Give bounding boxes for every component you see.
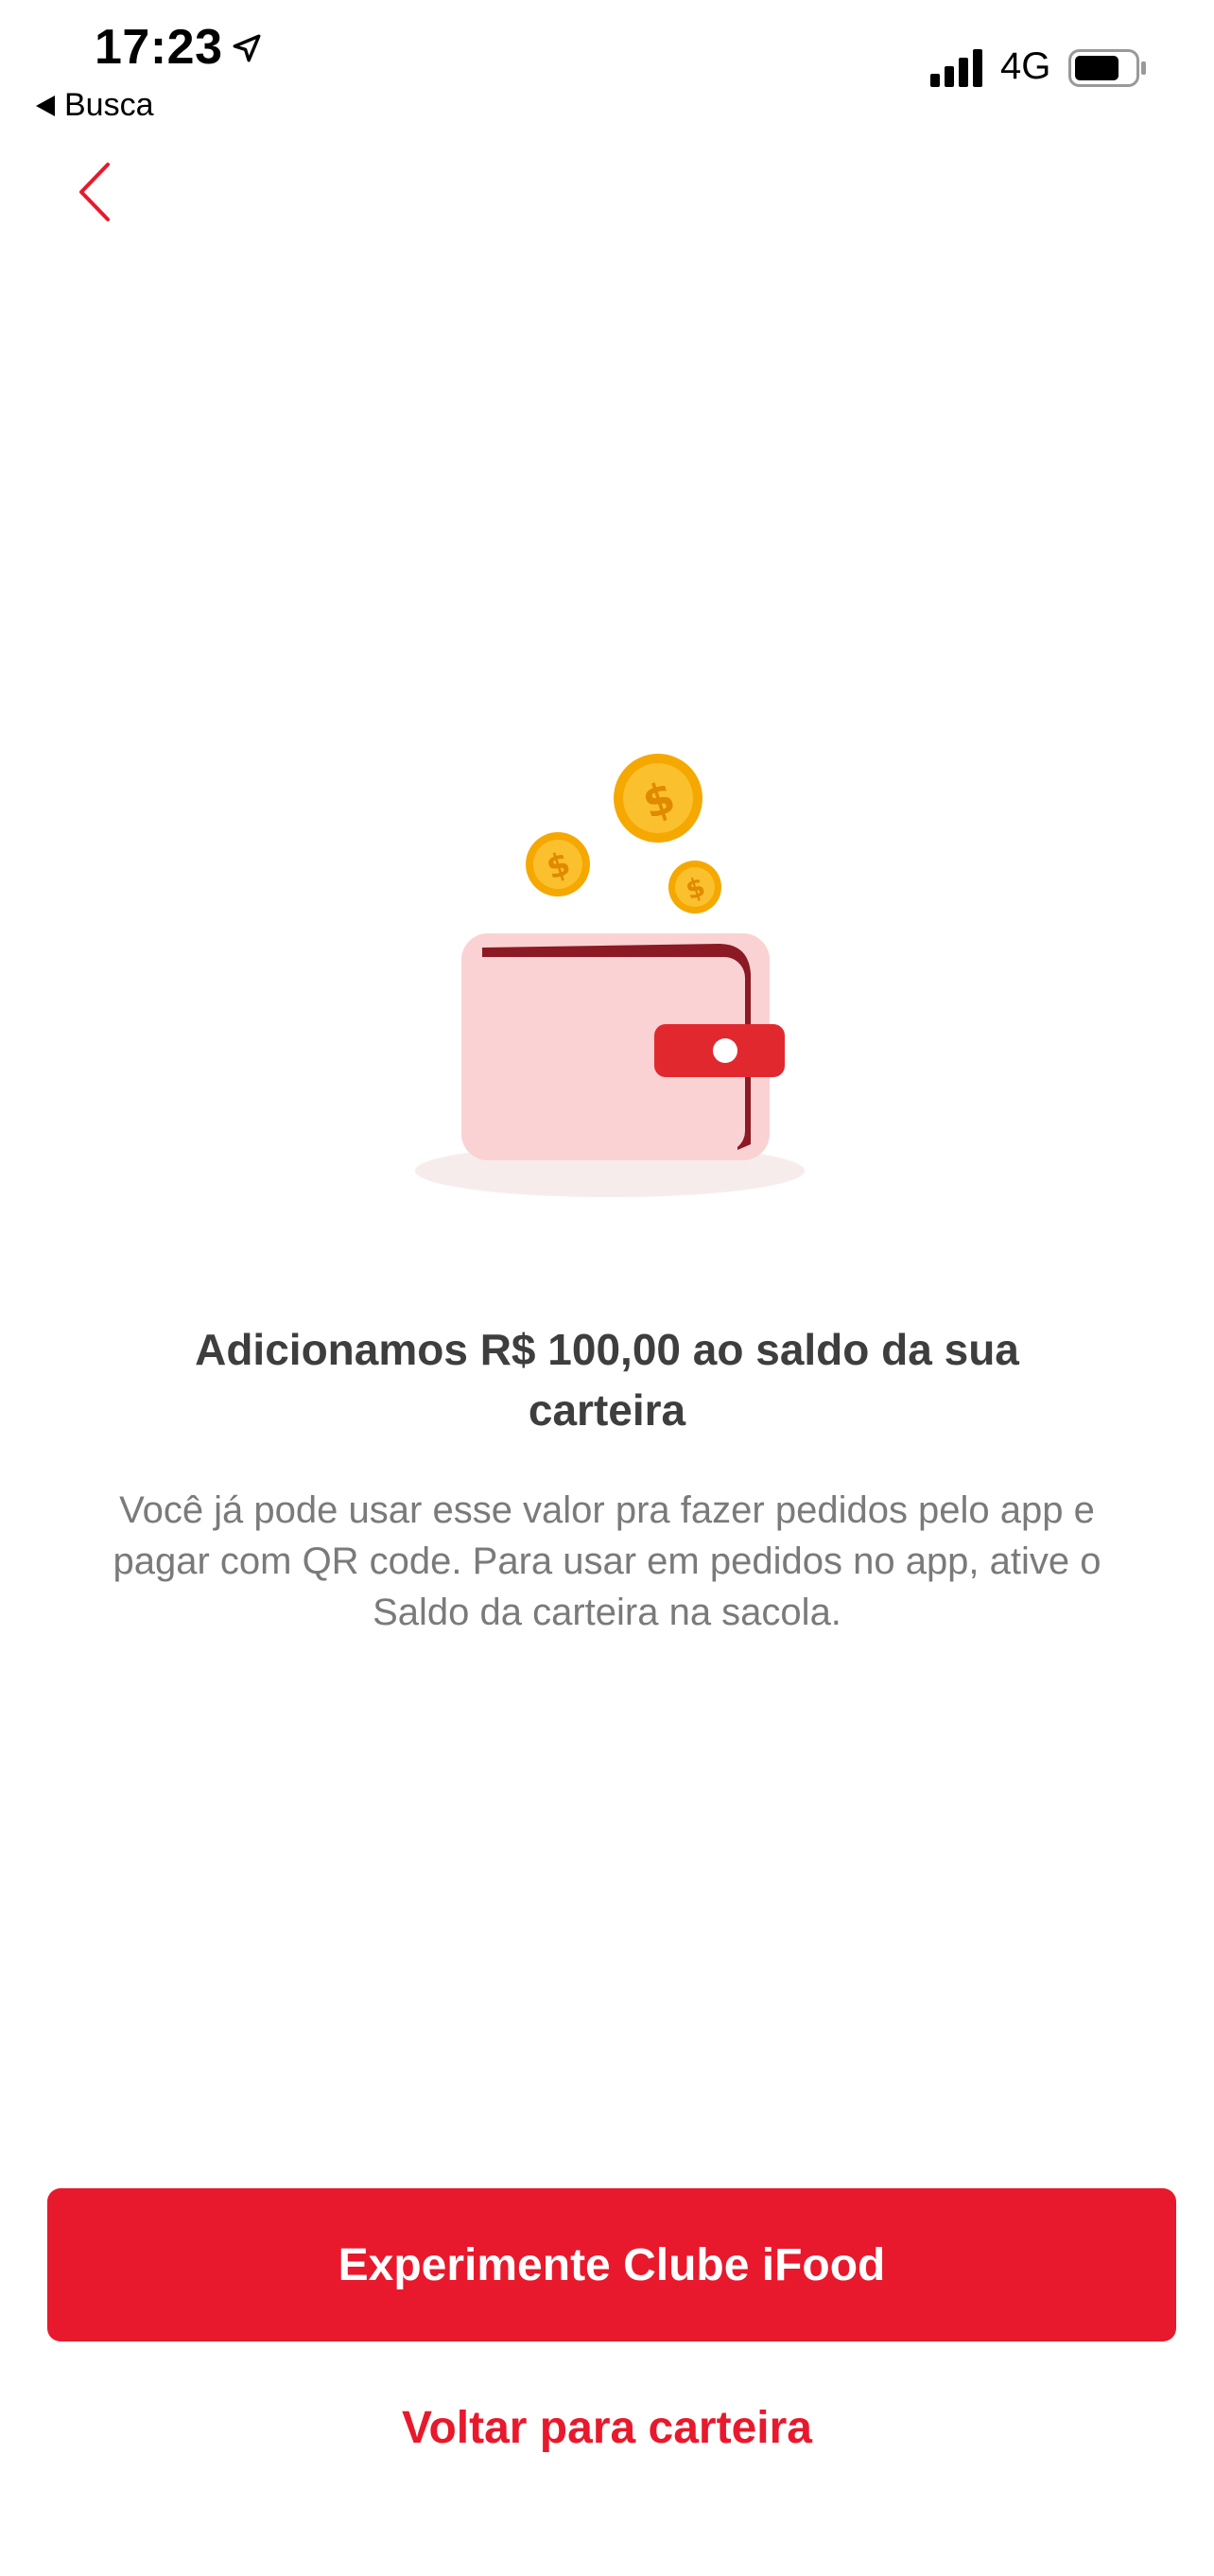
- wallet-clasp-button: [713, 1038, 737, 1063]
- coin-small-left: $: [526, 832, 590, 896]
- back-triangle-icon: [36, 95, 55, 116]
- network-type: 4G: [1000, 45, 1051, 87]
- wallet-credit-screen: 17:23 Busca 4G $ $ $ Adicionamos R$ 100,…: [0, 0, 1214, 2576]
- battery-icon: [1068, 49, 1146, 87]
- cellular-signal-icon: [930, 49, 982, 87]
- coin-small-right: $: [668, 861, 721, 914]
- location-arrow-icon: [233, 34, 261, 62]
- description-text: Você já pode usar esse valor pra fazer p…: [113, 1489, 1101, 1633]
- page-title: Adicionamos R$ 100,00 ao saldo da sua ca…: [195, 1325, 1019, 1435]
- status-time: 17:23: [95, 20, 223, 75]
- wallet-with-coins-illustration: $ $ $: [415, 754, 805, 1197]
- coin-large: $: [614, 754, 702, 843]
- back-to-wallet-link[interactable]: Voltar para carteira: [0, 2402, 1214, 2454]
- chevron-left-icon[interactable]: [72, 161, 119, 223]
- try-clube-ifood-button[interactable]: Experimente Clube iFood: [47, 2188, 1176, 2341]
- back-to-app-link[interactable]: Busca: [36, 87, 154, 124]
- back-app-label: Busca: [64, 87, 154, 123]
